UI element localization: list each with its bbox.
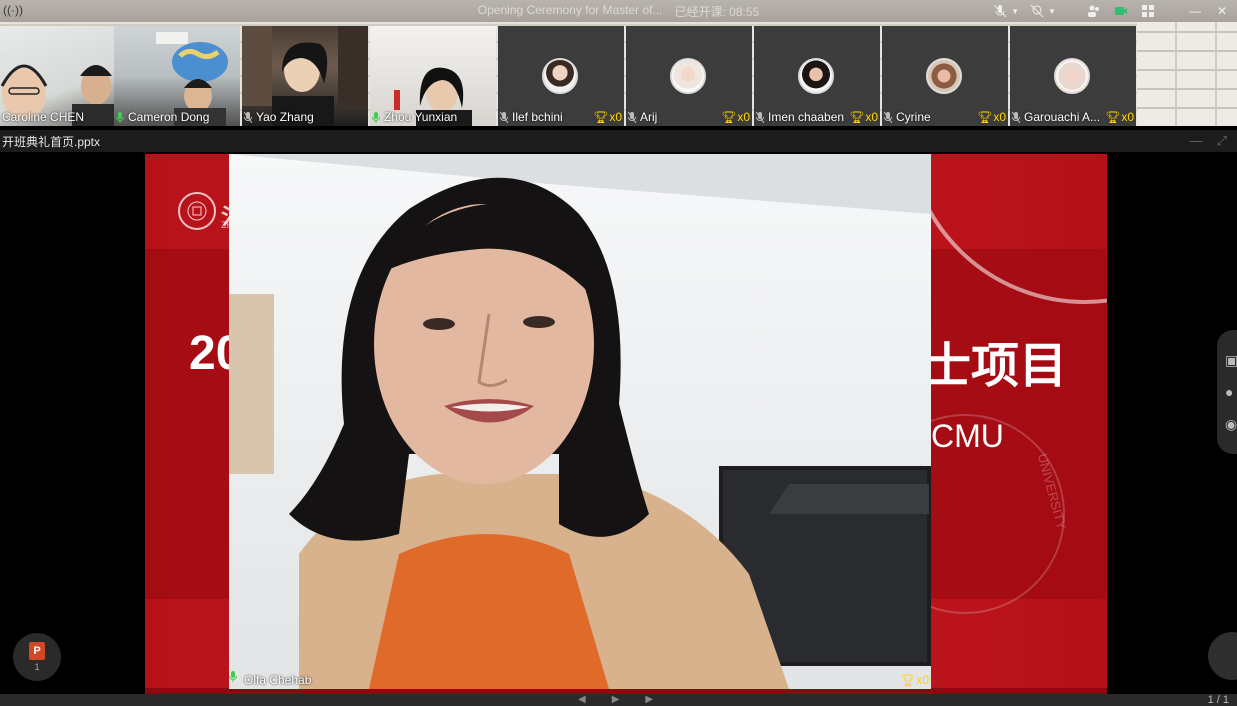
trophy-count: 🏆︎ x0 (721, 110, 750, 124)
document-filename: 开班典礼首页.pptx (2, 134, 101, 149)
participant-name: Cameron Dong (128, 110, 210, 124)
trophy-icon: 🏆︎ (721, 110, 737, 124)
participant-tile[interactable]: Cameron Dong (114, 26, 240, 126)
trophy-count: 🏆︎ x0 (900, 673, 929, 687)
participants-icon[interactable] (1085, 2, 1103, 20)
mic-muted-icon (627, 111, 637, 123)
window-title: Opening Ceremony for Master of... (477, 2, 663, 17)
participant-tile[interactable]: Caroline CHEN (0, 26, 126, 126)
mic-active-icon (229, 671, 240, 686)
close-icon[interactable]: ✕ (1213, 2, 1231, 20)
class-timer: 已经开课: 08:55 (674, 4, 760, 19)
presentation-file-button[interactable]: P 1 (13, 633, 61, 681)
participant-tile[interactable]: Arij 🏆︎ x0 (626, 26, 752, 126)
trophy-count: 🏆︎ x0 (1105, 110, 1134, 124)
participant-name: Arij (640, 110, 658, 124)
avatar (926, 58, 962, 94)
chevron-down-icon[interactable]: ▼ (1011, 7, 1019, 16)
slide-subtitle-right: CMU (931, 418, 1004, 454)
avatar (798, 58, 834, 94)
participant-tile[interactable]: Yao Zhang (242, 26, 368, 126)
speaker-name: Olfa Chehab (244, 673, 312, 687)
next-slide-icon[interactable]: ▶ (612, 694, 620, 705)
avatar (1054, 58, 1090, 94)
participant-name: Caroline CHEN (2, 110, 85, 124)
chat-icon[interactable]: ● (1225, 384, 1237, 400)
trophy-icon: 🏆︎ (593, 110, 609, 124)
trophy-count: 🏆︎ x0 (977, 110, 1006, 124)
forward-icon[interactable]: ▶ (645, 694, 653, 705)
participant-name: Zhou Yunxian (384, 110, 458, 124)
mic-mute-icon[interactable] (991, 2, 1009, 20)
expand-icon[interactable]: ⤢ (1217, 133, 1227, 149)
speaker-video[interactable]: Olfa Chehab 🏆︎ x0 (229, 154, 931, 689)
mic-muted-icon (243, 111, 253, 123)
university-logo-icon (178, 192, 216, 230)
mic-muted-icon (1011, 111, 1021, 123)
trophy-icon: 🏆︎ (900, 673, 916, 687)
participant-name: Garouachi A... (1024, 110, 1101, 124)
participant-tile[interactable]: Cyrine 🏆︎ x0 (882, 26, 1008, 126)
slide-navigation-bar: ◀ ▶ ▶ 1 / 1 (0, 694, 1237, 706)
page-indicator: 1 / 1 (1207, 694, 1229, 706)
document-header: 开班典礼首页.pptx — ⤢ (0, 130, 1237, 152)
signal-icon[interactable]: ((·)) (3, 3, 23, 17)
participant-tile[interactable]: Ilef bchini 🏆︎ x0 (498, 26, 624, 126)
participant-name: Cyrine (896, 110, 931, 124)
tools-button[interactable] (1208, 632, 1237, 680)
participant-tile[interactable]: Garouachi A... 🏆︎ x0 (1010, 26, 1136, 126)
grid-layout-icon[interactable] (1139, 2, 1157, 20)
mic-off-icon[interactable] (1028, 2, 1046, 20)
participant-tile[interactable]: Imen chaaben 🏆︎ x0 (754, 26, 880, 126)
slide-title-right: 士项目 (923, 340, 1068, 393)
minimize-icon[interactable]: — (1190, 133, 1203, 149)
user-icon[interactable]: ◉ (1225, 416, 1237, 432)
mic-muted-icon (755, 111, 765, 123)
trophy-count: 🏆︎ x0 (849, 110, 878, 124)
trophy-icon: 🏆︎ (849, 110, 865, 124)
participant-name: Ilef bchini (512, 110, 563, 124)
mic-active-icon (116, 111, 124, 123)
avatar (542, 58, 578, 94)
title-bar: ((·)) Opening Ceremony for Master of... … (0, 0, 1237, 22)
background-wall (1137, 22, 1237, 126)
participant-strip: Caroline CHEN Cameron Dong Yao Zhang Zho… (0, 22, 1237, 126)
minimize-icon[interactable]: — (1186, 2, 1204, 20)
participant-tile[interactable]: Zhou Yunxian (370, 26, 496, 126)
trophy-count: 🏆︎ x0 (593, 110, 622, 124)
speaker-video-frame (229, 154, 931, 689)
participant-name: Imen chaaben (768, 110, 845, 124)
presentation-count: 1 (34, 662, 40, 672)
edit-icon[interactable]: ▣ (1225, 352, 1237, 368)
mic-active-icon (372, 111, 380, 123)
trophy-icon: 🏆︎ (977, 110, 993, 124)
chevron-down-icon[interactable]: ▼ (1048, 7, 1056, 16)
camera-icon[interactable] (1112, 2, 1130, 20)
trophy-icon: 🏆︎ (1105, 110, 1121, 124)
avatar (670, 58, 706, 94)
mic-muted-icon (883, 111, 893, 123)
prev-slide-icon[interactable]: ◀ (578, 694, 586, 705)
participant-name: Yao Zhang (256, 110, 314, 124)
side-toolbar: ▣ ● ◉ (1217, 330, 1237, 454)
powerpoint-icon: P (29, 642, 45, 660)
mic-muted-icon (499, 111, 509, 123)
